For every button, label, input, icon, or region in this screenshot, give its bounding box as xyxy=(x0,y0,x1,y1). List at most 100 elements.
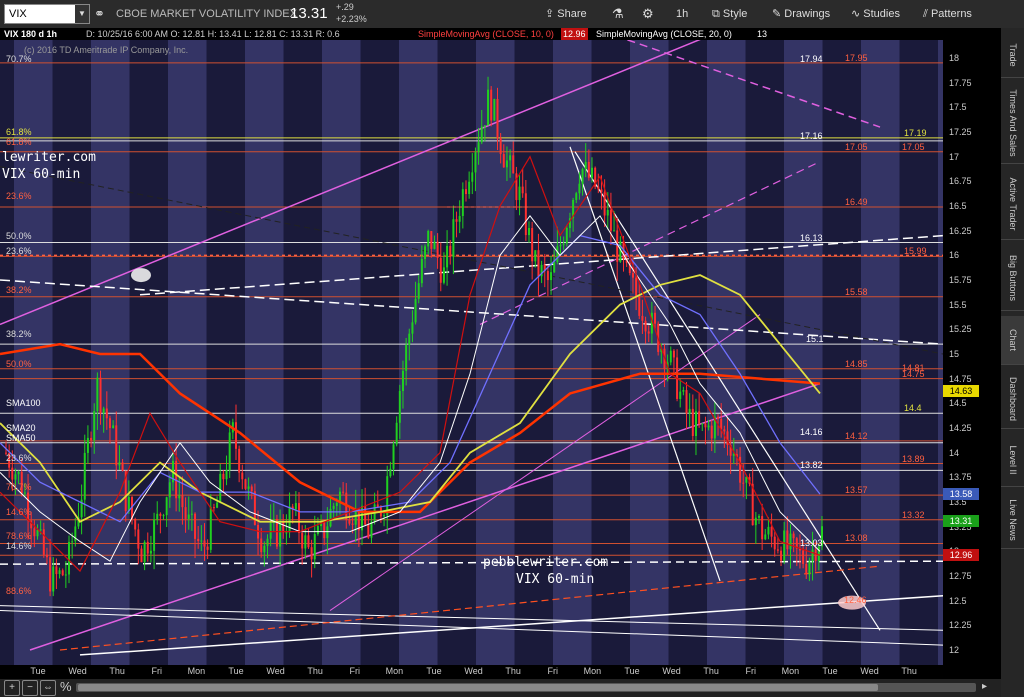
time-axis[interactable]: Tue Wed Thu Fri Mon Tue Wed Thu Fri Mon Tue Wed Thu F… xyxy=(0,665,1001,679)
sidebar-tab-times-and-sales[interactable]: Times And Sales xyxy=(1001,83,1024,164)
candle-body xyxy=(754,517,757,526)
candle-body xyxy=(348,519,351,524)
scrollbar-thumb[interactable] xyxy=(78,684,878,691)
price-axis-label: 17 xyxy=(949,151,960,162)
sma20-label[interactable]: SimpleMovingAvg (CLOSE, 20, 0) xyxy=(596,28,732,40)
candle-body xyxy=(203,540,206,547)
fib-value-label-red: 15.58 xyxy=(845,286,868,297)
candle-body xyxy=(304,535,307,549)
candle-body xyxy=(61,570,64,576)
candle-body xyxy=(458,216,461,222)
zoom-out-icon[interactable]: − xyxy=(22,680,38,696)
candle-body xyxy=(430,230,433,249)
gear-icon[interactable]: ⚙ xyxy=(642,0,654,28)
patterns-icon: ⫽ xyxy=(923,8,931,20)
sidebar-tab-active-trader[interactable]: Active Trader xyxy=(1001,169,1024,240)
fib-label-left: 38.2% xyxy=(6,329,32,340)
sidebar-tab-label: Live News xyxy=(1007,499,1018,541)
candle-body xyxy=(149,550,152,554)
time-axis-label: Mon xyxy=(385,666,404,676)
horizontal-scrollbar[interactable] xyxy=(76,683,976,692)
sma10-label[interactable]: SimpleMovingAvg (CLOSE, 10, 0) xyxy=(418,28,554,40)
candle-body xyxy=(332,505,335,509)
candle-body xyxy=(269,523,272,539)
fib-label-left: 23.6% xyxy=(6,191,32,202)
candle-body xyxy=(502,154,505,168)
style-button[interactable]: ⧉ Style xyxy=(712,0,747,28)
candle-body xyxy=(732,454,735,456)
fib-label-left: 61.8% xyxy=(6,126,32,137)
fib-label-left: SMA100 xyxy=(6,398,41,409)
candle-body xyxy=(342,491,345,493)
candle-body xyxy=(401,370,404,392)
candle-body xyxy=(250,486,253,492)
candle-body xyxy=(42,529,45,555)
sidebar-tab-trade[interactable]: Trade xyxy=(1001,32,1024,78)
sidebar-tab-big-buttons[interactable]: Big Buttons xyxy=(1001,245,1024,311)
candle-body xyxy=(509,155,512,161)
time-axis-label: Mon xyxy=(583,666,602,676)
candle-body xyxy=(527,228,530,236)
candle-body xyxy=(417,283,420,299)
interval-button[interactable]: 1h xyxy=(676,0,688,28)
flask-icon[interactable]: ⚗ xyxy=(612,0,624,28)
candle-body xyxy=(316,526,319,535)
link-icon[interactable]: ⚭ xyxy=(94,0,105,28)
price-axis[interactable]: 18 17.75 17.5 17.25 17 16.75 16.5 16.25 16 15.75 1… xyxy=(943,40,1001,665)
candle-body xyxy=(499,137,502,155)
sidebar-tab-dashboard[interactable]: Dashboard xyxy=(1001,370,1024,429)
candle-body xyxy=(392,444,395,469)
symbol-dropdown-icon[interactable]: ▼ xyxy=(75,5,89,23)
candle-body xyxy=(395,422,398,445)
pct-change: +2.23% xyxy=(336,14,367,24)
candle-body xyxy=(405,345,408,371)
candle-body xyxy=(792,533,795,539)
symbol-input[interactable]: VIX ▼ xyxy=(4,4,90,24)
candle-body xyxy=(717,416,720,419)
sidebar-tab-label: Active Trader xyxy=(1007,177,1018,231)
candle-body xyxy=(36,529,39,537)
candle-body xyxy=(83,452,86,500)
day-band xyxy=(399,40,438,665)
fib-label-left: 61.8% xyxy=(6,136,32,147)
candle-body xyxy=(112,425,115,429)
zoom-in-icon[interactable]: + xyxy=(4,680,20,696)
time-axis-label: Wed xyxy=(464,666,483,676)
price-axis-label: 14.5 xyxy=(949,398,967,409)
time-axis-label: Mon xyxy=(187,666,206,676)
zoom-fit-icon[interactable]: ⇔ xyxy=(40,680,56,696)
candle-body xyxy=(764,534,767,540)
candle-body xyxy=(153,519,156,551)
symbol-description: CBOE MARKET VOLATILITY INDEX xyxy=(116,8,297,20)
price-chart[interactable]: (c) 2016 TD Ameritrade IP Company, Inc. … xyxy=(0,40,943,665)
candle-body xyxy=(285,532,288,534)
drawings-button[interactable]: ✎ Drawings xyxy=(772,0,830,28)
zoom-percent[interactable]: % xyxy=(60,679,72,694)
candle-body xyxy=(641,315,644,321)
candle-body xyxy=(420,258,423,284)
price-axis-label: 12.75 xyxy=(949,571,972,581)
time-axis-label: Thu xyxy=(901,666,917,676)
candle-body xyxy=(115,425,118,466)
price-axis-label: 12.25 xyxy=(949,620,972,631)
candle-body xyxy=(761,516,764,540)
candle-body xyxy=(49,557,52,592)
candle-body xyxy=(780,550,783,561)
time-axis-label: Thu xyxy=(505,666,521,676)
share-button[interactable]: ⇪ Share xyxy=(545,0,587,28)
candle-body xyxy=(553,262,556,273)
candle-body xyxy=(805,563,808,575)
candle-body xyxy=(266,538,269,546)
sidebar-tab-chart[interactable]: Chart xyxy=(1001,316,1024,365)
candle-body xyxy=(288,506,291,533)
candle-body xyxy=(537,250,540,277)
studies-button[interactable]: ∿ Studies xyxy=(851,0,900,28)
candle-body xyxy=(68,541,71,575)
candle-body xyxy=(238,448,241,473)
candle-body xyxy=(606,210,609,216)
patterns-button[interactable]: ⫽ Patterns xyxy=(923,0,972,28)
sidebar-tab-live-news[interactable]: Live News xyxy=(1001,492,1024,549)
sidebar-tab-level-ii[interactable]: Level II xyxy=(1001,434,1024,487)
scroll-right-icon[interactable]: ▸ xyxy=(982,681,987,692)
candle-body xyxy=(609,210,612,231)
